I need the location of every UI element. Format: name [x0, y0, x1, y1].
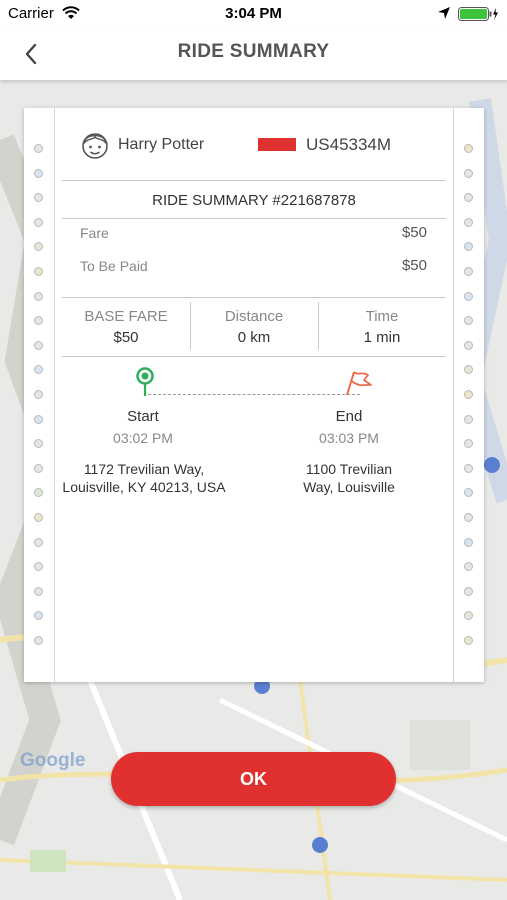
google-logo: Google: [20, 750, 86, 771]
perforation-dot: [464, 390, 473, 399]
perforation-dot: [34, 242, 43, 252]
to-be-paid-value: $50: [401, 257, 427, 274]
end-label: End: [335, 408, 363, 425]
perforation-dot: [34, 168, 43, 178]
perforation-dot: [34, 291, 43, 301]
start-pin-icon: [134, 367, 156, 402]
base-fare-label: BASE FARE: [84, 308, 168, 325]
rider-avatar-icon: [80, 129, 110, 166]
end-flag-icon: [344, 368, 374, 403]
route-line: [148, 394, 360, 395]
perforation-dot: [464, 168, 473, 178]
perforation-dot: [464, 488, 473, 498]
divider: [62, 218, 446, 219]
divider: [62, 356, 446, 357]
status-time: 3:04 PM: [225, 5, 282, 22]
perforation-dot: [464, 414, 473, 424]
perforation-dot: [464, 291, 473, 301]
divider: [62, 180, 446, 181]
perforation-dot: [34, 217, 43, 227]
perforation-dot: [464, 586, 473, 596]
perforation-dot: [34, 513, 43, 522]
perforation-dot: [34, 562, 43, 572]
perforation-dot: [464, 144, 473, 153]
perforation-dot: [464, 193, 473, 203]
distance-label: Distance: [224, 308, 284, 325]
perforation-dot: [34, 488, 43, 498]
end-address: 1100 Trevilian Way, Louisville: [279, 460, 419, 496]
right-perforation: [453, 108, 484, 682]
status-bar: Carrier 3:04 PM: [0, 0, 507, 28]
start-address: 1172 Trevilian Way, Louisville, KY 40213…: [60, 460, 228, 496]
ok-button[interactable]: OK: [111, 752, 396, 806]
perforation-dot: [464, 439, 473, 449]
end-address-line2: Way, Louisville: [303, 479, 395, 495]
vehicle-plate: US45334M: [306, 135, 392, 154]
page-title: RIDE SUMMARY: [177, 41, 330, 62]
ride-summary-card: Harry Potter US45334M RIDE SUMMARY #2216…: [24, 108, 484, 682]
location-arrow-icon: [437, 6, 451, 25]
perforation-dot: [464, 537, 473, 547]
perforation-dot: [34, 193, 43, 203]
battery-icon: [458, 6, 500, 27]
rider-name: Harry Potter: [118, 136, 205, 153]
perforation-dot: [464, 242, 473, 252]
distance-value: 0 km: [237, 329, 271, 346]
fare-label: Fare: [80, 225, 109, 241]
divider: [62, 297, 446, 298]
base-fare-stat: BASE FARE $50: [62, 308, 190, 346]
base-fare-value: $50: [113, 329, 139, 346]
perforation-dot: [34, 340, 43, 350]
distance-stat: Distance 0 km: [190, 308, 318, 346]
navigation-bar: RIDE SUMMARY: [0, 28, 507, 80]
perforation-dot: [464, 562, 473, 572]
perforation-dot: [464, 611, 473, 621]
perforation-dot: [34, 463, 43, 473]
time-value: 1 min: [363, 329, 401, 346]
perforation-dot: [464, 267, 473, 276]
perforation-dot: [464, 365, 473, 375]
perforation-dot: [34, 267, 43, 276]
perforation-dot: [34, 636, 43, 645]
perforation-dot: [464, 217, 473, 227]
start-label: Start: [127, 408, 159, 425]
to-be-paid-label: To Be Paid: [80, 258, 148, 274]
perforation-dot: [34, 611, 43, 621]
left-perforation: [24, 108, 55, 682]
perforation-dot: [34, 390, 43, 399]
perforation-dot: [34, 316, 43, 326]
perforation-dot: [464, 340, 473, 350]
start-address-line2: Louisville, KY 40213, USA: [62, 479, 226, 495]
end-address-line1: 1100 Trevilian: [305, 461, 393, 477]
perforation-dot: [34, 586, 43, 596]
time-label: Time: [365, 308, 399, 325]
perforation-dot: [34, 414, 43, 424]
perforation-dot: [34, 365, 43, 375]
perforation-dot: [464, 316, 473, 326]
time-stat: Time 1 min: [318, 308, 446, 346]
fare-value: $50: [401, 224, 427, 241]
perforation-dot: [464, 636, 473, 645]
end-time: 03:03 PM: [319, 430, 379, 446]
perforation-dot: [34, 439, 43, 449]
vehicle-badge-icon: [258, 138, 296, 151]
perforation-dot: [464, 513, 473, 522]
perforation-dot: [34, 144, 43, 153]
ride-summary-title: RIDE SUMMARY #221687878: [152, 192, 356, 209]
perforation-dot: [464, 463, 473, 473]
start-address-line1: 1172 Trevilian Way,: [83, 461, 205, 477]
perforation-dot: [34, 537, 43, 547]
start-time: 03:02 PM: [113, 430, 173, 446]
